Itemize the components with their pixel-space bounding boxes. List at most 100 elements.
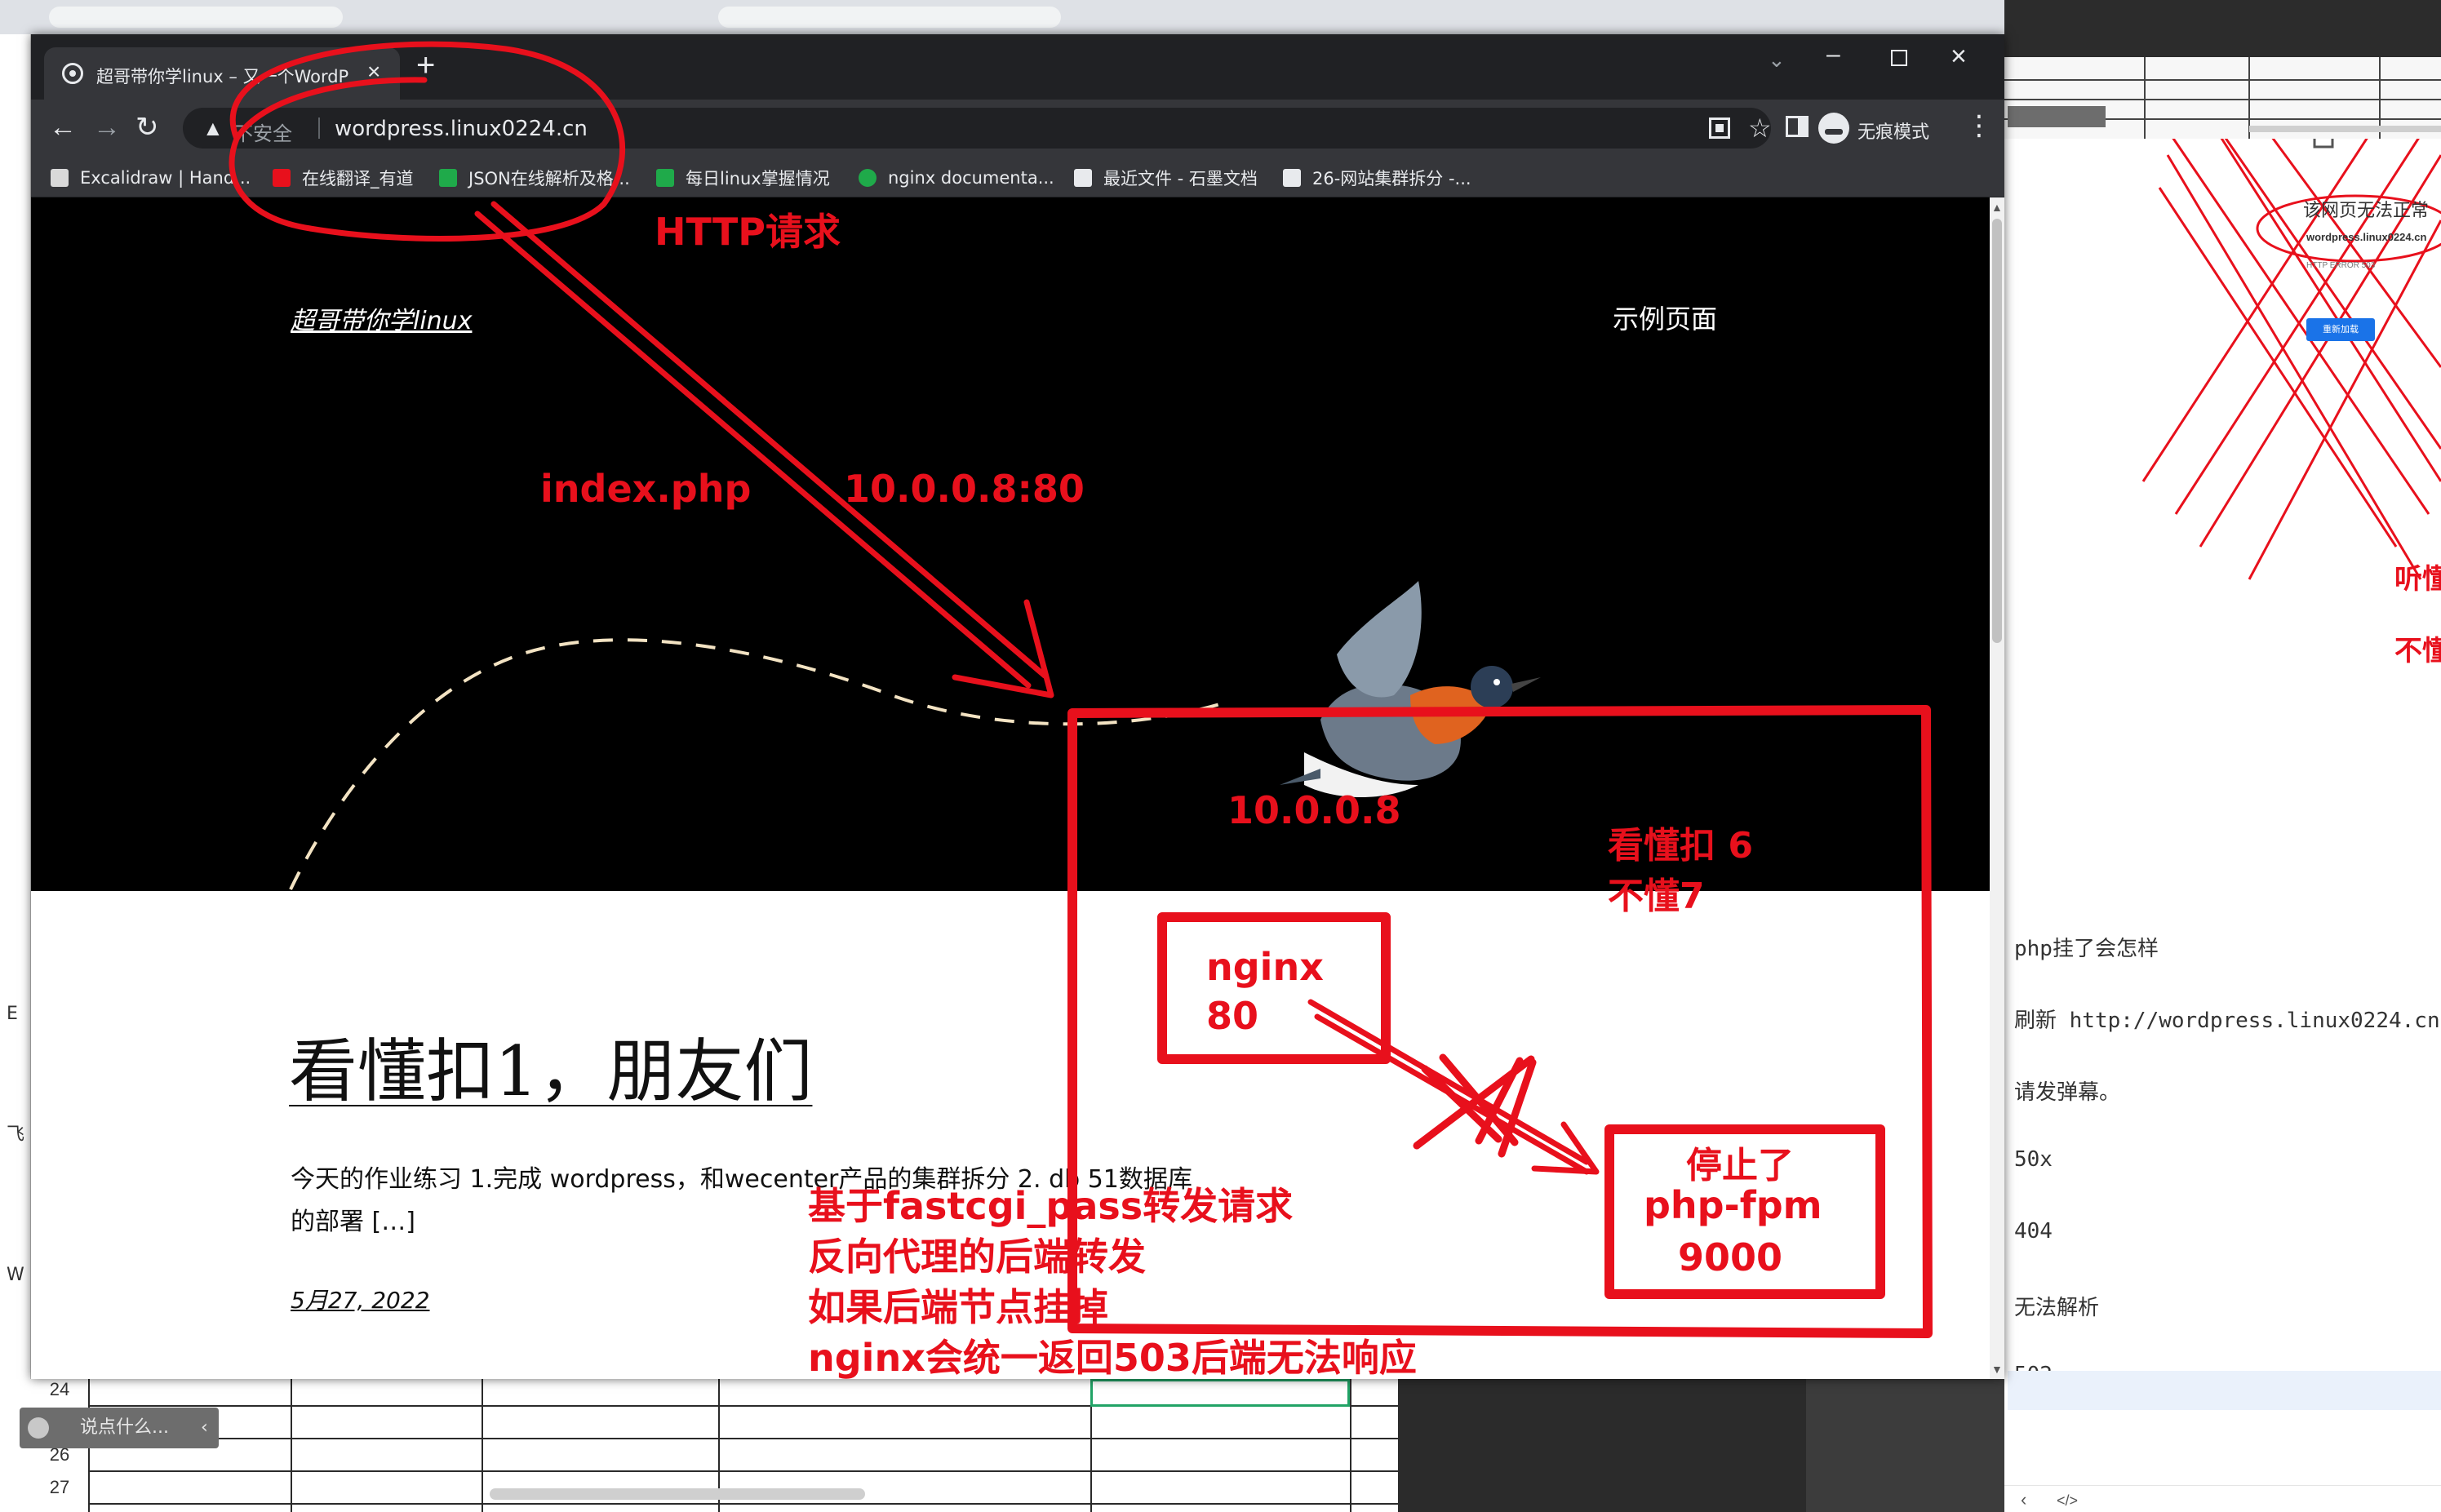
bookmark-item[interactable]: 每日linux掌握情况 (656, 166, 830, 189)
grid-line (482, 1379, 483, 1512)
scrollbar-thumb[interactable] (1992, 219, 2002, 643)
dashed-flight-path (289, 638, 1223, 890)
background-tab (49, 7, 343, 28)
chat-placeholder: 说点什么... (80, 1417, 169, 1438)
wordpress-icon (62, 63, 83, 84)
window-close-button[interactable]: × (1951, 41, 1967, 73)
bookmark-item[interactable]: Excalidraw | Hand... (51, 166, 251, 189)
annotation-note: nginx会统一返回503后端无法响应 (808, 1336, 1417, 1380)
chevron-left-icon[interactable]: ‹ (2021, 1489, 2026, 1510)
error-code: HTTP ERROR 503 (2306, 261, 2376, 270)
side-panel-icon[interactable] (1786, 116, 1809, 137)
json-icon (439, 169, 457, 187)
error-title: 该网页无法正常 (2303, 201, 2430, 221)
bookmark-item[interactable]: nginx documenta... (859, 166, 1054, 189)
sheet-edge-letter: W (7, 1265, 24, 1285)
code-icon[interactable]: </> (2057, 1492, 2078, 1510)
url-text[interactable]: wordpress.linux0224.cn (335, 117, 588, 141)
tab-title: 超哥带你学linux – 又一个WordPress站点 (96, 67, 349, 86)
post-date-link[interactable]: 5月27, 2022 (291, 1283, 430, 1315)
bookmark-label: nginx documenta... (888, 168, 1054, 188)
close-icon[interactable]: × (367, 59, 380, 85)
sheet-icon (656, 169, 674, 187)
bookmark-item[interactable]: 26-网站集群拆分 -... (1283, 166, 1471, 189)
row-number: 24 (49, 1379, 70, 1399)
tab-strip: 超哥带你学linux – 又一个WordPress站点 × + ⌄ – × (31, 34, 2004, 100)
warning-icon[interactable]: ▲ (202, 116, 224, 141)
bookmark-label: Excalidraw | Hand... (80, 168, 251, 188)
bookmark-item[interactable]: 最近文件 - 石墨文档 (1074, 166, 1258, 189)
nav-item-sample-page[interactable]: 示例页面 (1613, 299, 1717, 336)
annotation-note: 基于fastcgi_pass转发请求 (808, 1184, 1294, 1228)
annotation-nginx: nginx (1206, 945, 1324, 989)
annotation-target-addr: 10.0.0.8:80 (844, 467, 1085, 511)
address-bar[interactable]: ▲ 不安全 wordpress.linux0224.cn ☆ (183, 108, 1772, 149)
chat-message: 404 (2014, 1219, 2053, 1244)
chevron-left-icon[interactable]: ‹ (201, 1408, 208, 1448)
reload-icon[interactable]: ↻ (135, 111, 159, 144)
annotation-stopped: 停止了 (1686, 1145, 1794, 1186)
side-footer: ‹ </> (2004, 1485, 2441, 1512)
incognito-icon[interactable] (1818, 113, 1849, 144)
scroll-down-icon[interactable]: ▼ (1991, 1363, 2003, 1376)
excalidraw-icon (51, 169, 69, 187)
side-red-note: 听懂 (2394, 563, 2441, 596)
annotation-http-request: HTTP请求 (655, 210, 841, 254)
bookmark-item[interactable]: 在线翻译_有道 (273, 166, 414, 189)
annotation-quiz: 不懂7 (1608, 876, 1705, 917)
bird-illustration (1280, 581, 1541, 797)
reload-button[interactable]: 重新加载 (2306, 318, 2375, 341)
insecure-label[interactable]: 不安全 (233, 118, 292, 146)
background-dark-area (1398, 1379, 1806, 1512)
mini-spreadsheet (2004, 57, 2441, 139)
qr-code-icon[interactable] (1709, 118, 1730, 139)
background-spreadsheet-edge: E 飞 W (0, 34, 31, 1512)
chat-message: 请发弹幕。 (2014, 1080, 2121, 1105)
toolbar: ← → ↻ ▲ 不安全 wordpress.linux0224.cn ☆ 无痕模… (31, 100, 2004, 157)
chat-input-bubble[interactable]: 说点什么... ‹ (20, 1408, 219, 1448)
bookmark-label: 最近文件 - 石墨文档 (1103, 169, 1258, 188)
chat-input[interactable] (2008, 1371, 2441, 1410)
nginx-icon (859, 169, 877, 187)
new-tab-button[interactable]: + (416, 49, 435, 82)
selected-cell[interactable] (1090, 1379, 1350, 1407)
annotation-port-9000: 9000 (1678, 1235, 1783, 1279)
bookmark-label: 26-网站集群拆分 -... (1312, 169, 1471, 188)
annotation-server-ip: 10.0.0.8 (1227, 788, 1401, 832)
bookmark-label: 每日linux掌握情况 (686, 169, 830, 188)
annotation-quiz: 看懂扣 6 (1608, 825, 1753, 867)
back-button[interactable]: ← (49, 111, 77, 144)
site-title-link[interactable]: 超哥带你学linux (291, 300, 472, 336)
star-icon[interactable]: ☆ (1748, 113, 1772, 144)
annotation-note: 如果后端节点挂掉 (808, 1285, 1108, 1329)
bookmarks-bar: Excalidraw | Hand... 在线翻译_有道 JSON在线解析及格.… (31, 157, 2004, 197)
bookmark-label: JSON在线解析及格... (468, 169, 630, 188)
grid-line (88, 1438, 1398, 1439)
bookmark-label: 在线翻译_有道 (302, 169, 414, 188)
maximize-button[interactable] (1891, 50, 1907, 66)
shimo-icon (1074, 169, 1092, 187)
grid-line (1350, 1379, 1351, 1512)
grid-line (88, 1470, 1398, 1472)
scroll-up-icon[interactable]: ▲ (1991, 201, 2003, 214)
horizontal-scrollbar[interactable] (490, 1488, 865, 1500)
chat-message: 50x (2014, 1147, 2053, 1172)
background-window-tabstrip (0, 0, 2004, 34)
chat-message: php挂了会怎样 (2014, 937, 2159, 961)
sheet-edge-letter: 飞 (7, 1124, 25, 1145)
forward-button[interactable]: → (93, 111, 121, 144)
tab-active[interactable]: 超哥带你学linux – 又一个WordPress站点 × (44, 47, 400, 100)
hero-banner: 超哥带你学linux 示例页面 (31, 197, 1990, 891)
annotation-index-php: index.php (540, 467, 752, 511)
chat-message: 无法解析 (2014, 1296, 2100, 1320)
minimize-button[interactable]: – (1826, 41, 1840, 69)
side-panel: 该网页无法正常 wordpress.linux0224.cn HTTP ERRO… (2004, 57, 2441, 1512)
book-icon (1283, 169, 1301, 187)
incognito-label[interactable]: 无痕模式 (1857, 118, 1929, 144)
error-url: wordpress.linux0224.cn (2306, 231, 2427, 243)
menu-icon[interactable]: ⋮ (1965, 109, 1993, 142)
bookmark-item[interactable]: JSON在线解析及格... (439, 166, 630, 189)
post-title-link[interactable]: 看懂扣1，朋友们 (289, 1017, 812, 1115)
chevron-down-icon[interactable]: ⌄ (1768, 47, 1786, 73)
background-tab (718, 7, 1061, 28)
